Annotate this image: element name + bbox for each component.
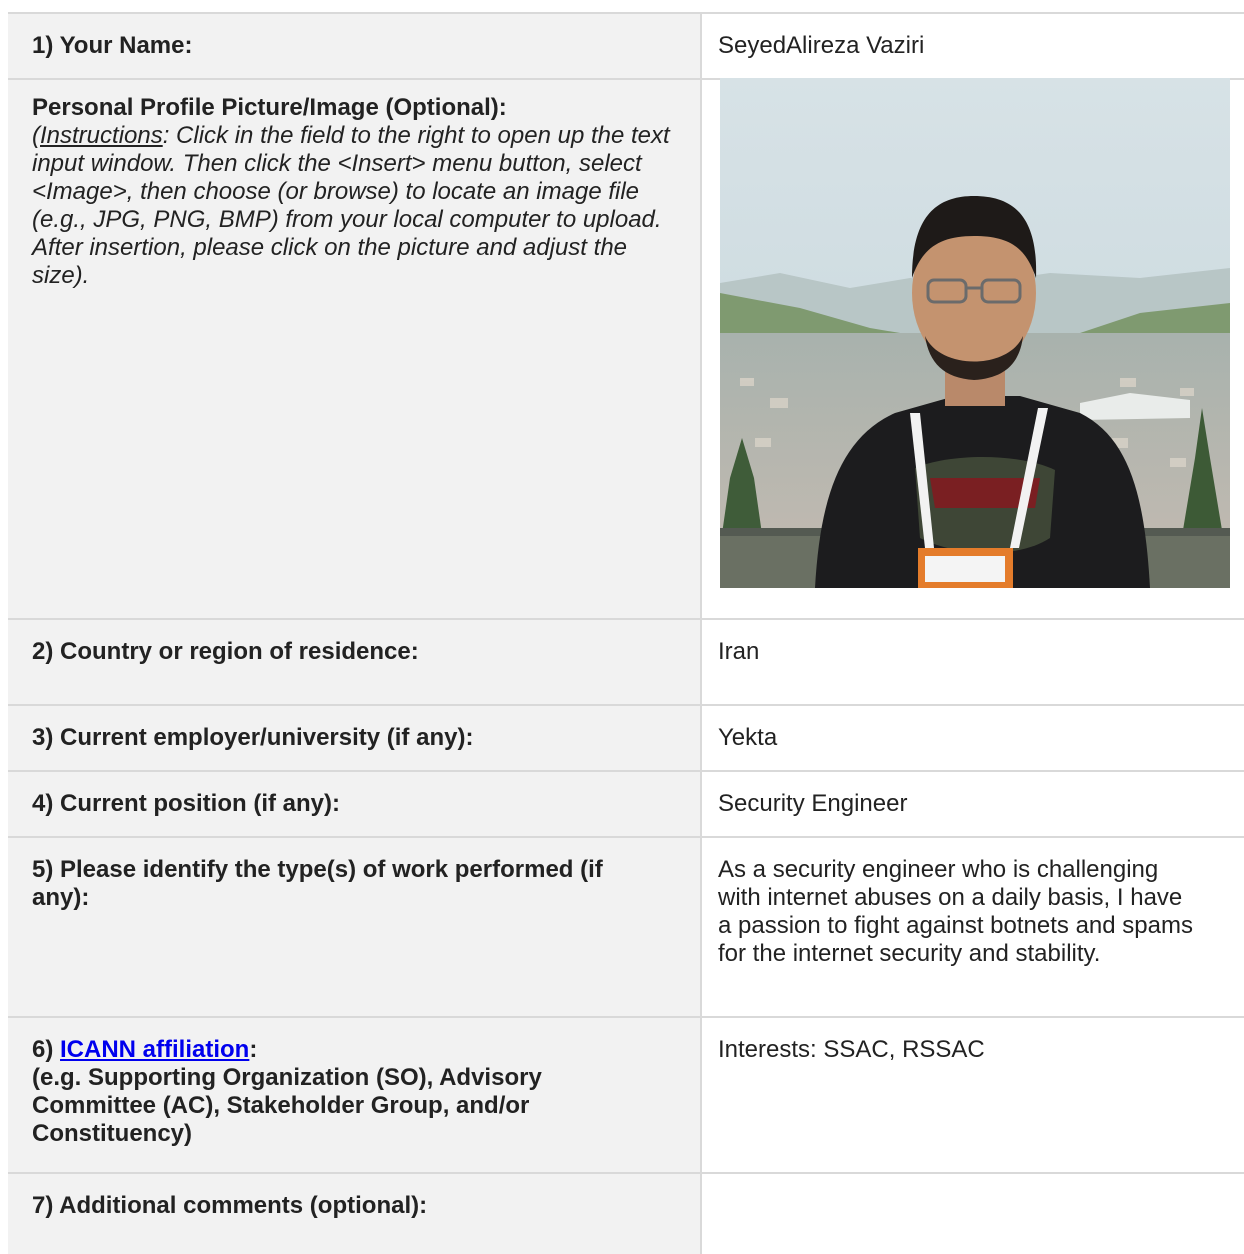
picture-label-cell: Personal Profile Picture/Image (Optional… xyxy=(8,80,702,618)
row-position: 4) Current position (if any): Security E… xyxy=(8,772,1244,838)
affiliation-label: 6) ICANN affiliation: xyxy=(32,1036,258,1063)
picture-value-cell[interactable] xyxy=(702,78,1244,618)
row-additional-comments: 7) Additional comments (optional): xyxy=(8,1174,1244,1254)
work-type-label: 5) Please identify the type(s) of work p… xyxy=(32,856,603,911)
position-label-cell: 4) Current position (if any): xyxy=(8,772,702,836)
name-label-cell: 1) Your Name: xyxy=(8,14,702,78)
affiliation-label-cell: 6) ICANN affiliation: (e.g. Supporting O… xyxy=(8,1018,702,1172)
icann-affiliation-link[interactable]: ICANN affiliation xyxy=(60,1036,249,1063)
affiliation-value-cell[interactable]: Interests: SSAC, RSSAC xyxy=(702,1018,1244,1172)
row-employer: 3) Current employer/university (if any):… xyxy=(8,706,1244,772)
work-type-label-cell: 5) Please identify the type(s) of work p… xyxy=(8,838,702,1016)
country-label: 2) Country or region of residence: xyxy=(32,638,419,665)
row-country: 2) Country or region of residence: Iran xyxy=(8,620,1244,706)
employer-value-cell[interactable]: Yekta xyxy=(702,706,1244,770)
comments-label: 7) Additional comments (optional): xyxy=(32,1192,428,1219)
name-value: SeyedAlireza Vaziri xyxy=(718,32,925,59)
country-label-cell: 2) Country or region of residence: xyxy=(8,620,702,704)
profile-photo-image xyxy=(720,78,1230,588)
name-label: 1) Your Name: xyxy=(32,32,193,59)
affiliation-value: Interests: SSAC, RSSAC xyxy=(718,1036,985,1063)
row-icann-affiliation: 6) ICANN affiliation: (e.g. Supporting O… xyxy=(8,1018,1244,1174)
position-value-cell[interactable]: Security Engineer xyxy=(702,772,1244,836)
comments-label-cell: 7) Additional comments (optional): xyxy=(8,1174,702,1254)
profile-photo[interactable] xyxy=(720,78,1230,588)
position-value: Security Engineer xyxy=(718,790,908,817)
row-name: 1) Your Name: SeyedAlireza Vaziri xyxy=(8,14,1244,80)
name-value-cell[interactable]: SeyedAlireza Vaziri xyxy=(702,14,1244,78)
employer-label-cell: 3) Current employer/university (if any): xyxy=(8,706,702,770)
employer-value: Yekta xyxy=(718,724,778,751)
work-type-value-cell[interactable]: As a security engineer who is challengin… xyxy=(702,838,1244,1016)
row-work-type: 5) Please identify the type(s) of work p… xyxy=(8,838,1244,1018)
work-type-value: As a security engineer who is challengin… xyxy=(718,856,1193,967)
country-value-cell[interactable]: Iran xyxy=(702,620,1244,704)
application-form-table: 1) Your Name: SeyedAlireza Vaziri Person… xyxy=(8,12,1244,1254)
row-profile-picture: Personal Profile Picture/Image (Optional… xyxy=(8,78,1244,620)
instructions-word: Instructions xyxy=(40,122,163,149)
employer-label: 3) Current employer/university (if any): xyxy=(32,724,474,751)
position-label: 4) Current position (if any): xyxy=(32,790,340,817)
picture-label: Personal Profile Picture/Image (Optional… xyxy=(32,94,507,121)
country-value: Iran xyxy=(718,638,760,665)
picture-instructions: (Instructions: Click in the field to the… xyxy=(32,122,670,289)
comments-value-cell[interactable] xyxy=(702,1174,1244,1254)
affiliation-note: (e.g. Supporting Organization (SO), Advi… xyxy=(32,1064,542,1147)
